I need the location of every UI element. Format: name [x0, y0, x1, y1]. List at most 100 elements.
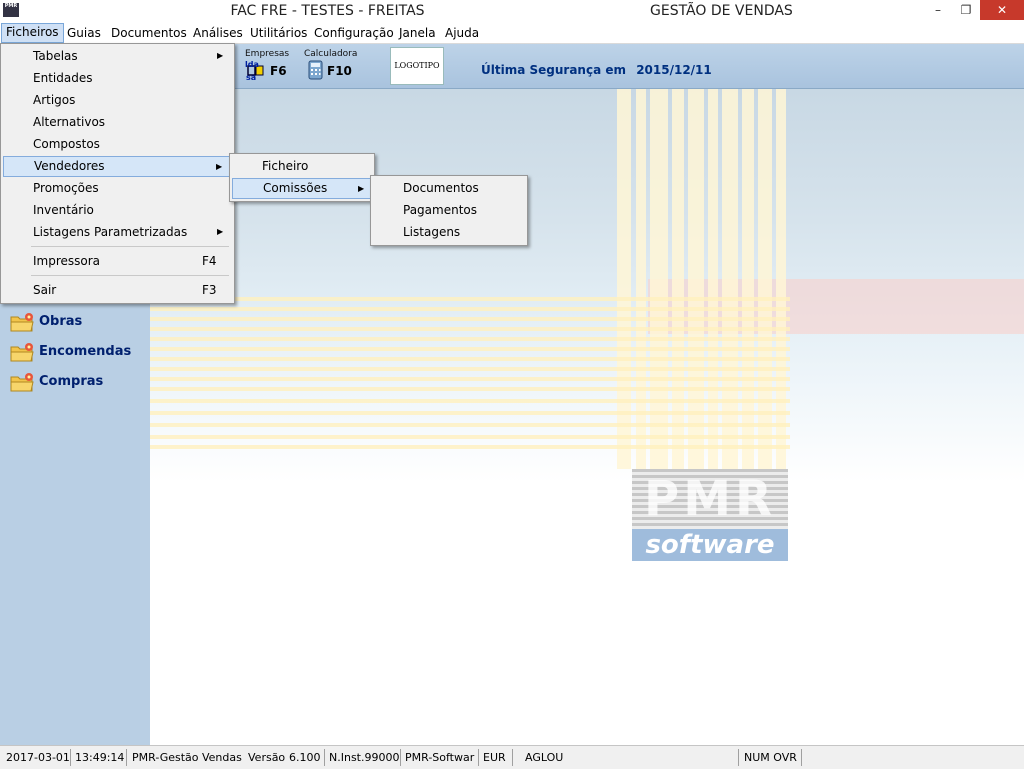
pmr-logo: PMR	[632, 469, 788, 529]
submenu-arrow-icon: ▶	[217, 51, 224, 60]
menu-item-entidades[interactable]: Entidades	[3, 68, 232, 88]
status-user: AGLOU	[525, 751, 564, 764]
decorative-stripe	[150, 307, 790, 311]
menu-item-shortcut: F4	[202, 254, 217, 268]
folder-star-icon	[10, 373, 34, 392]
status-divider	[126, 749, 127, 766]
menu-utilitarios[interactable]: Utilitários	[246, 24, 311, 42]
menu-item-comissoes[interactable]: Comissões ▶	[232, 178, 372, 199]
menu-janela[interactable]: Janela	[395, 24, 440, 42]
menu-item-pagamentos[interactable]: Pagamentos	[373, 200, 525, 220]
calculadora-shortcut[interactable]: F10	[327, 64, 352, 78]
menu-ficheiros[interactable]: Ficheiros	[1, 23, 64, 43]
status-vendor: PMR-Softwar	[405, 751, 475, 764]
menu-item-listagens[interactable]: Listagens	[373, 222, 525, 242]
title-bar: PMR FAC FRE - TESTES - FREITAS GESTÃO DE…	[0, 0, 1024, 23]
sidebar-label: Compras	[39, 374, 104, 389]
menu-item-label: Ficheiro	[262, 159, 309, 173]
decorative-stripe	[150, 377, 790, 381]
menu-item-label: Artigos	[33, 93, 76, 107]
status-divider	[738, 749, 739, 766]
menu-item-label: Listagens	[403, 225, 461, 239]
status-divider	[512, 749, 513, 766]
last-backup-label: Última Segurança em	[481, 63, 626, 77]
status-version-label: Versão	[248, 751, 286, 764]
menu-item-artigos[interactable]: Artigos	[3, 90, 232, 110]
status-divider	[400, 749, 401, 766]
menu-item-ficheiro[interactable]: Ficheiro	[232, 156, 372, 176]
empresas-caption: Empresas	[245, 49, 290, 59]
decorative-stripe	[150, 445, 790, 449]
status-divider	[70, 749, 71, 766]
decorative-stripe	[150, 337, 790, 341]
menu-item-shortcut: F3	[202, 283, 217, 297]
status-currency: EUR	[483, 751, 506, 764]
decorative-stripe	[150, 411, 790, 415]
menu-item-label: Pagamentos	[403, 203, 477, 217]
decorative-stripe	[150, 357, 790, 361]
status-app: PMR-Gestão Vendas	[132, 751, 242, 764]
svg-text:sa: sa	[246, 73, 256, 80]
menu-item-label: Promoções	[33, 181, 99, 195]
decorative-stripe	[150, 435, 790, 439]
folder-star-icon	[10, 343, 34, 362]
menu-configuracao[interactable]: Configuração	[310, 24, 398, 42]
menu-item-promocoes[interactable]: Promoções	[3, 178, 232, 198]
calculator-icon[interactable]	[308, 60, 324, 80]
menu-item-documentos[interactable]: Documentos	[373, 178, 525, 198]
menu-item-listagens-parametrizadas[interactable]: Listagens Parametrizadas ▶	[3, 222, 232, 242]
decorative-stripe	[150, 423, 790, 427]
menu-item-label: Entidades	[33, 71, 93, 85]
menu-guias[interactable]: Guias	[63, 24, 105, 42]
submenu-arrow-icon: ▶	[358, 184, 365, 193]
ficheiros-menu: Tabelas ▶ Entidades Artigos Alternativos…	[0, 43, 235, 304]
minimize-button[interactable]: –	[924, 0, 952, 20]
last-backup: Última Segurança em 2015/12/11	[481, 63, 712, 77]
status-version: 6.100	[289, 751, 321, 764]
svg-text:lda: lda	[245, 60, 259, 69]
empresas-shortcut[interactable]: F6	[270, 64, 287, 78]
module-title: GESTÃO DE VENDAS	[650, 3, 793, 19]
submenu-arrow-icon: ▶	[217, 227, 224, 236]
menu-item-label: Listagens Parametrizadas	[33, 225, 188, 239]
status-bar: 2017-03-01 13:49:14 PMR-Gestão Vendas Ve…	[0, 745, 1024, 769]
status-time: 13:49:14	[75, 751, 125, 764]
status-inst: N.Inst.99000	[329, 751, 400, 764]
last-backup-date: 2015/12/11	[636, 63, 712, 77]
menu-item-tabelas[interactable]: Tabelas ▶	[3, 46, 232, 66]
folder-star-icon	[10, 313, 34, 332]
comissoes-submenu: Documentos Pagamentos Listagens	[370, 175, 528, 246]
menu-separator	[31, 246, 229, 247]
sidebar-label: Obras	[39, 314, 83, 329]
menu-analises[interactable]: Análises	[189, 24, 247, 42]
sidebar-label: Encomendas	[39, 344, 132, 359]
menu-item-vendedores[interactable]: Vendedores ▶	[3, 156, 232, 177]
menu-ajuda[interactable]: Ajuda	[441, 24, 483, 42]
decorative-stripe	[150, 387, 790, 391]
submenu-arrow-icon: ▶	[216, 162, 223, 171]
menu-item-label: Impressora	[33, 254, 101, 268]
menu-item-alternativos[interactable]: Alternativos	[3, 112, 232, 132]
menu-item-label: Compostos	[33, 137, 100, 151]
status-keys: NUM OVR	[744, 751, 797, 764]
decorative-stripe	[150, 367, 790, 371]
menu-item-label: Inventário	[33, 203, 94, 217]
restore-button[interactable]: ❐	[952, 0, 980, 20]
window-title: FAC FRE - TESTES - FREITAS	[230, 3, 425, 19]
menu-item-inventario[interactable]: Inventário	[3, 200, 232, 220]
menu-item-sair[interactable]: Sair F3	[3, 280, 232, 300]
close-button[interactable]: ✕	[980, 0, 1024, 20]
decorative-stripe	[150, 317, 790, 321]
decorative-stripe	[150, 297, 790, 301]
status-divider	[324, 749, 325, 766]
menu-item-compostos[interactable]: Compostos	[3, 134, 232, 154]
calculadora-caption: Calculadora	[304, 49, 358, 59]
decorative-stripe	[150, 327, 790, 331]
empresas-icon[interactable]: lda sa	[245, 60, 267, 82]
company-logo: LOGOTIPO	[390, 47, 444, 85]
menu-item-label: Comissões	[263, 181, 328, 195]
status-divider	[478, 749, 479, 766]
menu-item-label: Sair	[33, 283, 57, 297]
menu-item-impressora[interactable]: Impressora F4	[3, 251, 232, 271]
menu-documentos[interactable]: Documentos	[107, 24, 191, 42]
